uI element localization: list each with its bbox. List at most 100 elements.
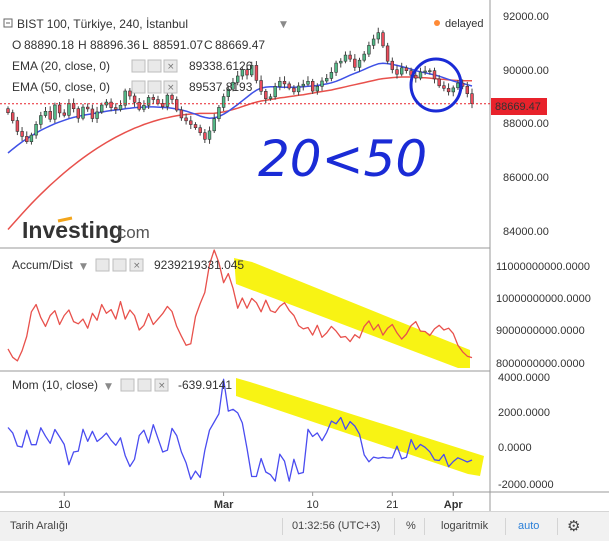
- candle-body: [399, 67, 404, 75]
- candle-body: [367, 45, 371, 55]
- accum-tick-11b: 11000000000.0000: [496, 261, 590, 273]
- price-tick-88000: 88000.00: [503, 118, 549, 130]
- candle-body: [193, 124, 198, 129]
- candle-body: [381, 32, 385, 47]
- price-tick-90000: 90000.00: [503, 65, 549, 77]
- candle-body: [48, 111, 52, 120]
- candle-body: [100, 104, 104, 113]
- candle-body: [156, 99, 160, 104]
- candle-body: [315, 86, 319, 92]
- candle-body: [301, 83, 305, 87]
- auto-scale-toggle[interactable]: auto: [518, 520, 539, 532]
- accum-visibility-icon[interactable]: [95, 258, 110, 272]
- chart-title: BIST 100, Türkiye, 240, İstanbul: [17, 17, 188, 31]
- candle-body: [170, 94, 174, 100]
- ohlc-open: 88890.18: [24, 38, 74, 52]
- candle-body: [67, 103, 71, 116]
- handwritten-annotation: 20<50: [258, 130, 427, 188]
- delayed-status: delayed: [445, 18, 484, 30]
- candle-body: [465, 86, 469, 95]
- candle-body: [203, 132, 207, 140]
- accum-value: 9239219331.045: [154, 258, 244, 272]
- candle-body: [446, 88, 451, 93]
- candle-body: [456, 82, 460, 89]
- mom-value: -639.9141: [178, 378, 232, 392]
- candle-body: [86, 106, 90, 110]
- investing-logo-suffix: .com: [113, 223, 150, 242]
- bottom-toolbar: Tarih Aralığı 01:32:56 (UTC+3) % logarit…: [0, 511, 609, 541]
- mom-dropdown-icon[interactable]: ▼: [105, 382, 112, 392]
- delayed-dot-icon: [434, 20, 440, 26]
- clock-readout: 01:32:56 (UTC+3): [292, 520, 381, 532]
- ema50-close-glyph: ×: [167, 83, 175, 93]
- ema20-visibility-icon[interactable]: [131, 59, 146, 73]
- candle-body: [418, 71, 423, 79]
- ohlc-close: 88669.47: [215, 38, 265, 52]
- time-tick-label: 10: [58, 499, 70, 511]
- candle-body: [57, 104, 62, 114]
- ohlc-c-label: C: [204, 38, 213, 52]
- candle-body: [273, 86, 277, 98]
- candle-body: [306, 81, 310, 85]
- ohlc-h-label: H: [78, 38, 87, 52]
- candle-body: [310, 81, 315, 92]
- accum-tick-8b: 8000000000.0000: [496, 358, 585, 370]
- candle-body: [451, 87, 455, 93]
- candle-body: [132, 95, 137, 103]
- title-dropdown-icon[interactable]: ▼: [280, 20, 287, 30]
- ema20-label: EMA (20, close, 0): [12, 59, 110, 73]
- candle-body: [175, 99, 179, 111]
- mom-settings-icon[interactable]: [137, 378, 152, 392]
- ema20-value: 89338.6126: [189, 59, 253, 73]
- log-scale-toggle[interactable]: logaritmik: [441, 520, 488, 532]
- candle-body: [90, 108, 95, 119]
- candle-body: [442, 85, 446, 89]
- toolbar-divider: [505, 518, 506, 535]
- candle-body: [268, 96, 273, 99]
- mom-visibility-icon[interactable]: [120, 378, 135, 392]
- candle-body: [287, 83, 291, 89]
- candle-body: [142, 105, 146, 110]
- candle-body: [128, 90, 132, 97]
- ema20-settings-icon[interactable]: [147, 59, 162, 73]
- ema50-label: EMA (50, close, 0): [12, 80, 110, 94]
- candle-body: [179, 109, 184, 119]
- candle-body: [207, 130, 212, 140]
- candle: [123, 88, 127, 109]
- accum-label: Accum/Dist: [12, 258, 73, 272]
- candle-body: [390, 60, 394, 70]
- candle-body: [296, 85, 301, 93]
- candle-body: [329, 72, 334, 79]
- candle-body: [385, 45, 390, 62]
- ema50-settings-icon[interactable]: [147, 80, 162, 94]
- ohlc-o-label: O: [12, 38, 21, 52]
- candle-body: [264, 91, 268, 100]
- candle-body: [404, 67, 409, 72]
- price-tick-92000: 92000.00: [503, 11, 549, 23]
- date-range-button[interactable]: Tarih Aralığı: [10, 520, 68, 532]
- candle-body: [123, 90, 127, 106]
- candle-body: [189, 120, 193, 125]
- mom-tick-neg2000: -2000.0000: [498, 479, 554, 491]
- candle-body: [184, 117, 188, 122]
- toolbar-divider: [394, 518, 395, 535]
- ema50-visibility-icon[interactable]: [131, 80, 146, 94]
- accum-dropdown-icon[interactable]: ▼: [80, 262, 87, 272]
- mom-label: Mom (10, close): [12, 378, 98, 392]
- candle-body: [339, 60, 343, 64]
- ohlc-low: 88591.07: [153, 38, 203, 52]
- accum-tick-9b: 9000000000.0000: [496, 325, 585, 337]
- candle-body: [357, 59, 362, 68]
- ohlc-high: 88896.36: [90, 38, 140, 52]
- candle-body: [212, 118, 216, 132]
- settings-gear-icon[interactable]: ⚙: [567, 517, 580, 535]
- toolbar-divider: [557, 518, 558, 535]
- candle: [381, 30, 385, 49]
- candle-body: [6, 108, 10, 113]
- accum-settings-icon[interactable]: [112, 258, 127, 272]
- ohlc-l-label: L: [142, 38, 149, 52]
- candle-body: [114, 107, 118, 110]
- candle-body: [76, 108, 81, 119]
- percent-toggle[interactable]: %: [406, 520, 416, 532]
- candle-body: [43, 111, 48, 116]
